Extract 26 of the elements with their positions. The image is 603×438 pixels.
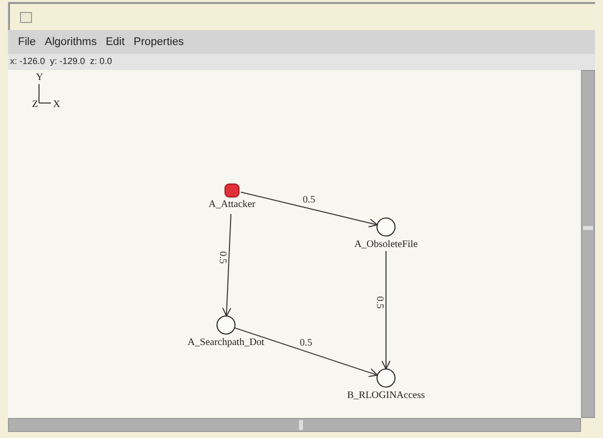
scrollbar-thumb[interactable] <box>299 420 303 430</box>
edge-weight: 0.5 <box>217 251 228 264</box>
menu-item[interactable]: Properties <box>134 34 184 50</box>
axis-label: X <box>53 99 60 110</box>
edge-weight: 0.5 <box>302 194 316 206</box>
axis-label: Y <box>36 72 44 83</box>
node-label: A_Searchpath_Dot <box>188 337 264 348</box>
scrollbar-thumb[interactable] <box>583 226 593 230</box>
state-node[interactable] <box>376 368 396 388</box>
vertical-scrollbar[interactable] <box>581 70 595 418</box>
node-label: B_RLOGINAccess <box>347 390 425 401</box>
node-label: A_Attacker <box>208 199 256 210</box>
axis-label: Z <box>32 99 38 110</box>
state-node[interactable] <box>376 218 396 236</box>
menu-item[interactable]: File <box>18 34 36 50</box>
edge-weight: 0.5 <box>300 338 312 348</box>
horizontal-scrollbar[interactable] <box>8 418 581 432</box>
menu-item[interactable]: Edit <box>106 34 125 50</box>
node-label: A_ObsoleteFile <box>354 239 418 250</box>
coordinates-text: x: -126.0 y: -129.0 z: 0.0 <box>10 55 112 68</box>
window-menu-button[interactable] <box>20 12 32 22</box>
axes-drawing <box>38 84 52 104</box>
state-node[interactable] <box>216 316 236 334</box>
edge-weight: 0.5 <box>374 296 385 309</box>
menu-item[interactable]: Algorithms <box>44 34 97 50</box>
attacker-node[interactable] <box>224 184 240 198</box>
